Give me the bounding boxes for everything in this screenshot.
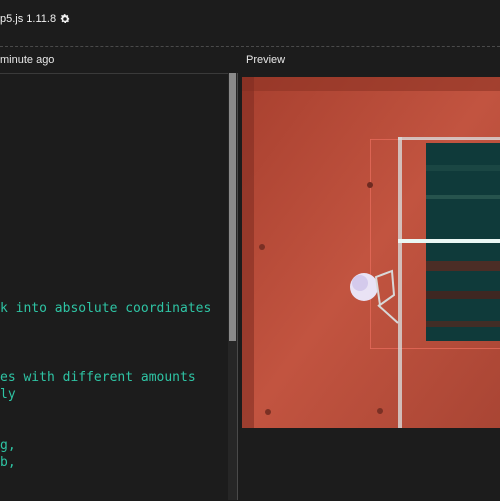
code-line: es with different amounts (0, 370, 196, 385)
code-line: b, (0, 455, 16, 470)
sketch-output (242, 77, 500, 428)
editor-scrollbar[interactable] (228, 73, 237, 500)
code-line: ly (0, 387, 16, 402)
top-bar: p5.js 1.11.8 (0, 0, 500, 47)
library-version[interactable]: p5.js 1.11.8 (0, 9, 71, 29)
preview-pane (238, 73, 500, 500)
code-editor[interactable]: k into absolute coordinates es with diff… (0, 73, 228, 501)
saved-status: minute ago (0, 54, 55, 66)
version-label: p5.js 1.11.8 (0, 13, 57, 25)
scroll-thumb[interactable] (229, 73, 236, 341)
panel-header-bar: minute ago Preview (0, 47, 500, 73)
code-line: k into absolute coordinates (0, 301, 212, 316)
gear-icon[interactable] (59, 13, 71, 25)
code-line: g, (0, 438, 16, 453)
preview-canvas[interactable] (242, 77, 500, 428)
preview-label: Preview (246, 54, 286, 66)
